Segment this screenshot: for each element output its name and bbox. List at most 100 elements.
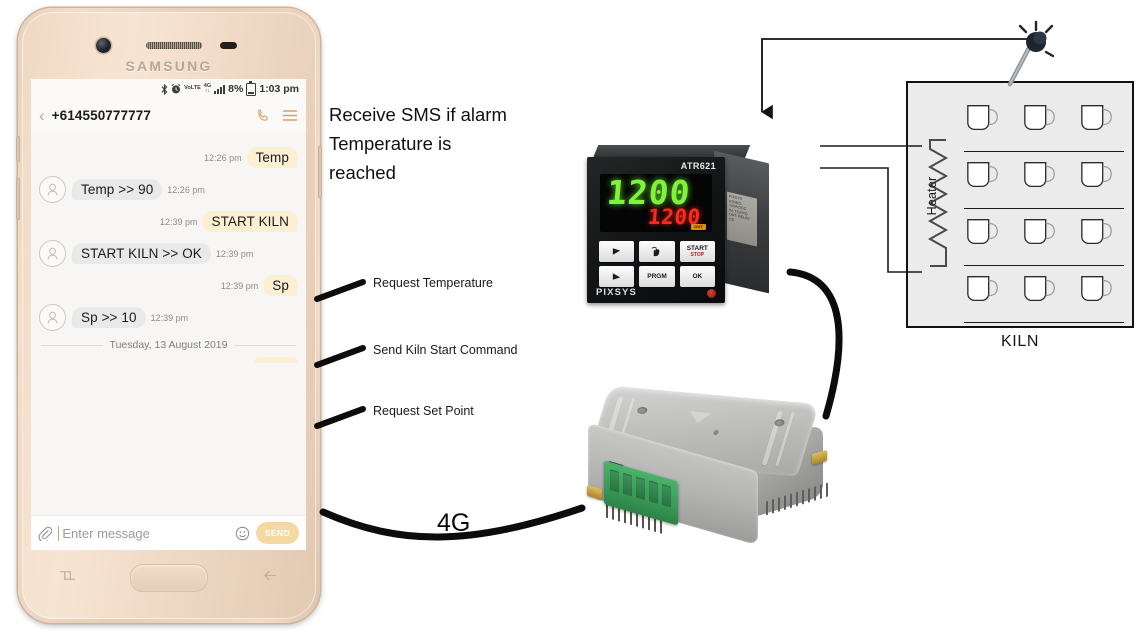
- message-row: 12:39 pm Sp: [39, 275, 298, 296]
- text-caret: [58, 525, 60, 541]
- kiln-shelf: [964, 157, 1124, 209]
- phone-screen: VoLTE 4G ↑↓ 8% 1:03 pm ‹ +614550777777 1…: [31, 79, 306, 550]
- alarm-icon: [171, 84, 181, 94]
- message-time: 12:39 pm: [215, 248, 254, 259]
- network-label-4g: 4G: [437, 509, 471, 537]
- avatar: [39, 240, 66, 267]
- start-label: START: [686, 244, 708, 252]
- start-stop-button[interactable]: START STOP: [679, 241, 715, 262]
- message-time: 12:26 pm: [204, 152, 242, 163]
- emoji-icon[interactable]: [235, 526, 250, 541]
- message-composer[interactable]: Enter message SEND: [31, 515, 306, 550]
- message-bubble-outgoing: START KILN: [202, 211, 298, 232]
- cup-icon: [1078, 214, 1116, 250]
- cup-icon: [1021, 214, 1059, 250]
- volte-icon: VoLTE: [184, 86, 201, 92]
- phone-navigation-bar: [31, 556, 307, 600]
- callout-leader-request-temperature: [314, 279, 366, 302]
- cup-icon: [964, 100, 1002, 136]
- headline-line-2: Temperature is: [329, 133, 452, 154]
- recents-icon[interactable]: [58, 568, 77, 588]
- volume-up-button[interactable]: [16, 136, 20, 162]
- conversation-header: ‹ +614550777777: [31, 99, 306, 133]
- message-row: 12:39 pm START KILN: [39, 211, 298, 232]
- attachment-icon[interactable]: [38, 526, 52, 541]
- temperature-controller: PIXSYS ATR621 24VAC/DC IN: TC/RTD OUT: RELAY…: [583, 143, 779, 310]
- date-separator-label: Tuesday, 13 August 2019: [109, 339, 228, 351]
- headline-annotation: Receive SMS if alarm Temperature is reac…: [329, 100, 569, 187]
- avatar: [39, 176, 66, 203]
- message-time: 12:26 pm: [167, 184, 205, 195]
- callout-label-request-temperature: Request Temperature: [373, 276, 493, 290]
- contact-number: +614550777777: [51, 108, 151, 123]
- power-led-icon: [707, 289, 716, 298]
- cup-icon: [964, 157, 1002, 193]
- shelf-line: [964, 150, 1124, 152]
- headline-line-3: reached: [329, 162, 396, 183]
- cup-icon: [1078, 100, 1116, 136]
- message-row: Temp >> 90 12:26 pm: [39, 176, 298, 203]
- network-label: 4G: [203, 82, 212, 89]
- volte-label: VoLTE: [184, 85, 201, 92]
- heater-label: Heater: [925, 176, 939, 216]
- earpiece-speaker: [146, 42, 202, 49]
- callout-label-send-kiln-start: Send Kiln Start Command: [373, 343, 518, 357]
- message-bubble-outgoing: Sp: [263, 275, 298, 296]
- message-time: 12:39 pm: [220, 280, 259, 291]
- down-arrow-button[interactable]: [599, 266, 635, 287]
- controller-side-label: PIXSYS ATR621 24VAC/DC IN: TC/RTD OUT: RELAY…: [727, 191, 757, 247]
- date-separator: Tuesday, 13 August 2019: [41, 339, 297, 351]
- cup-icon: [964, 214, 1002, 250]
- message-bubble-incoming: START KILN >> OK: [72, 243, 211, 264]
- signal-strength-icon: [214, 84, 226, 94]
- up-arrow-button[interactable]: [599, 241, 635, 262]
- message-input-placeholder[interactable]: Enter message: [62, 526, 234, 541]
- message-time: 12:39 pm: [150, 312, 189, 323]
- cup-icon: [1078, 271, 1116, 307]
- back-arrow-icon[interactable]: [261, 568, 280, 588]
- message-thread[interactable]: 12:26 pm Temp Temp >> 90 12:26 pm 12:39 …: [31, 132, 306, 515]
- front-camera-icon: [96, 38, 111, 53]
- shelf-line: [964, 321, 1124, 323]
- heater-element: Heater: [916, 139, 952, 276]
- call-icon[interactable]: [256, 108, 271, 123]
- back-icon[interactable]: ‹: [39, 107, 45, 124]
- message-bubble-outgoing-partial: [254, 357, 298, 363]
- controller-model-label: ATR621: [680, 161, 716, 171]
- hand-manual-button[interactable]: [639, 241, 675, 262]
- thermocouple-probe: [1007, 20, 1055, 87]
- home-button[interactable]: [129, 564, 208, 592]
- battery-percent: 8%: [228, 83, 244, 95]
- kiln-shelf: [964, 214, 1124, 266]
- diagram-canvas: SAMSUNG VoLTE 4G ↑↓ 8% 1:03 pm ‹ +614550…: [0, 0, 1147, 637]
- cup-icon: [1078, 157, 1116, 193]
- message-time: 12:39 pm: [159, 216, 198, 227]
- headline-line-1: Receive SMS if alarm: [329, 104, 507, 125]
- stop-label: STOP: [690, 251, 705, 258]
- ok-button[interactable]: OK: [679, 266, 715, 287]
- cup-icon: [964, 271, 1002, 307]
- callout-label-request-set-point: Request Set Point: [373, 404, 474, 418]
- smartphone: SAMSUNG VoLTE 4G ↑↓ 8% 1:03 pm ‹ +614550…: [16, 8, 322, 623]
- shelf-line: [964, 207, 1124, 209]
- kiln-title: KILN: [1001, 333, 1039, 350]
- menu-icon[interactable]: [282, 109, 298, 122]
- controller-brand-label: PIXSYS: [596, 287, 637, 298]
- controller-keypad: START STOP PRGM OK: [599, 241, 715, 287]
- volume-down-button[interactable]: [16, 178, 20, 220]
- controller-display: 1200 1200 OUT: [600, 173, 712, 232]
- output-indicator-led: OUT: [691, 224, 706, 230]
- program-button[interactable]: PRGM: [639, 266, 675, 287]
- send-button[interactable]: SEND: [255, 522, 299, 544]
- controller-front-panel: ATR621 1200 1200 OUT START STOP PRGM OK …: [587, 157, 725, 303]
- message-row-partial: [39, 357, 298, 363]
- message-bubble-incoming: Temp >> 90: [72, 179, 163, 200]
- cup-icon: [1021, 100, 1059, 136]
- message-bubble-outgoing: Temp: [246, 147, 298, 168]
- power-button[interactable]: [318, 146, 322, 198]
- bluetooth-icon: [161, 83, 168, 95]
- 4g-gateway-modem: [566, 385, 831, 546]
- ok-label: OK: [692, 273, 703, 280]
- kiln-shelf: [964, 100, 1124, 152]
- cup-icon: [1021, 271, 1059, 307]
